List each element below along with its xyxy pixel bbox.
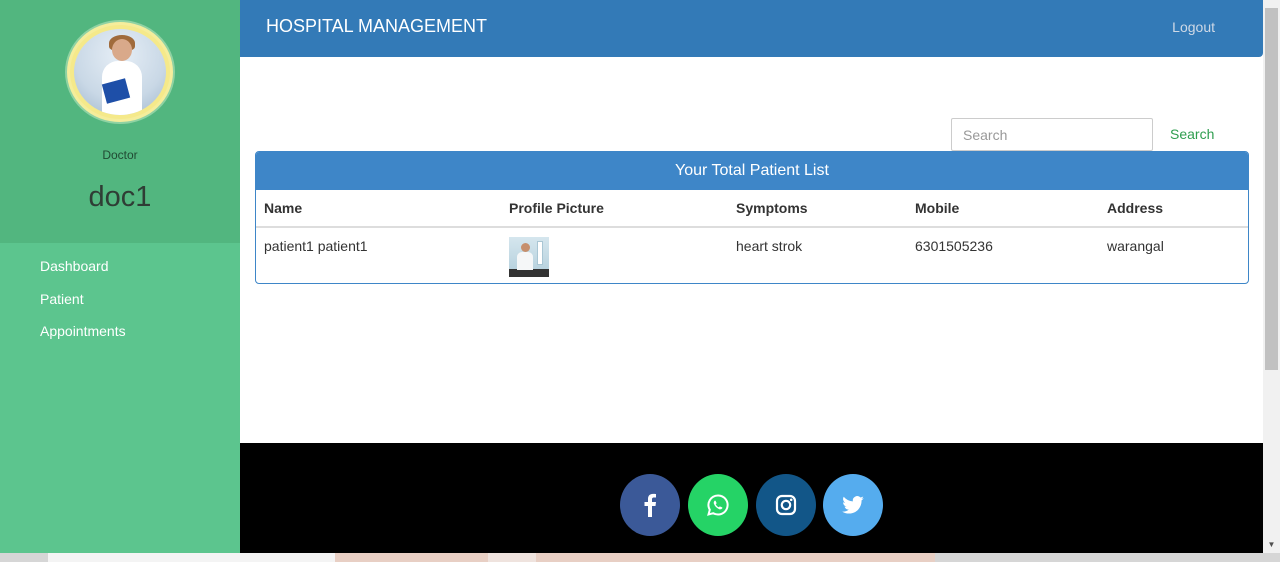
column-header-address: Address xyxy=(1099,190,1248,228)
patient-address: warangal xyxy=(1107,238,1164,254)
column-header-symptoms: Symptoms xyxy=(728,190,907,228)
scrollbar-thumb[interactable] xyxy=(1265,8,1278,370)
vertical-scrollbar[interactable]: ▼ xyxy=(1263,0,1280,553)
sidebar-item-dashboard[interactable]: Dashboard xyxy=(40,256,126,289)
column-header-name: Name xyxy=(256,190,501,228)
profile-section: Doctor doc1 xyxy=(0,0,240,243)
whatsapp-button[interactable] xyxy=(688,474,748,536)
table-row: patient1 patient1 heart strok 6301505236… xyxy=(256,227,1248,283)
whatsapp-icon xyxy=(707,494,729,516)
column-header-profile-picture: Profile Picture xyxy=(501,190,728,228)
patient-list-panel: Your Total Patient List Name Profile Pic… xyxy=(255,151,1249,284)
brand-title[interactable]: HOSPITAL MANAGEMENT xyxy=(266,16,487,37)
sidebar-nav: Dashboard Patient Appointments xyxy=(40,256,126,354)
patient-table: Name Profile Picture Symptoms Mobile Add… xyxy=(256,190,1248,283)
search-button[interactable]: Search xyxy=(1170,126,1214,142)
top-navbar: HOSPITAL MANAGEMENT Logout xyxy=(240,0,1263,57)
user-name: doc1 xyxy=(88,181,152,213)
patient-name: patient1 patient1 xyxy=(264,238,368,254)
facebook-button[interactable] xyxy=(620,474,680,536)
twitter-button[interactable] xyxy=(823,474,883,536)
sidebar-item-appointments[interactable]: Appointments xyxy=(40,321,126,354)
facebook-icon xyxy=(644,493,656,517)
instagram-button[interactable] xyxy=(756,474,816,536)
role-label: Doctor xyxy=(102,148,138,162)
patient-profile-picture xyxy=(509,237,549,277)
twitter-icon xyxy=(842,496,864,514)
patient-mobile: 6301505236 xyxy=(915,238,993,254)
avatar xyxy=(67,22,173,122)
logout-link[interactable]: Logout xyxy=(1172,19,1215,35)
patient-profile-picture-cell xyxy=(501,227,728,283)
table-header-row: Name Profile Picture Symptoms Mobile Add… xyxy=(256,190,1248,228)
scroll-down-arrow-icon[interactable]: ▼ xyxy=(1263,536,1280,553)
panel-title: Your Total Patient List xyxy=(256,152,1248,190)
search-input[interactable] xyxy=(951,118,1153,151)
footer xyxy=(240,443,1263,553)
instagram-icon xyxy=(775,494,797,516)
patient-symptoms: heart strok xyxy=(736,238,803,254)
os-taskbar xyxy=(0,553,1280,562)
sidebar-item-patient[interactable]: Patient xyxy=(40,289,126,322)
column-header-mobile: Mobile xyxy=(907,190,1099,228)
sidebar: Doctor doc1 Dashboard Patient Appointmen… xyxy=(0,0,240,553)
